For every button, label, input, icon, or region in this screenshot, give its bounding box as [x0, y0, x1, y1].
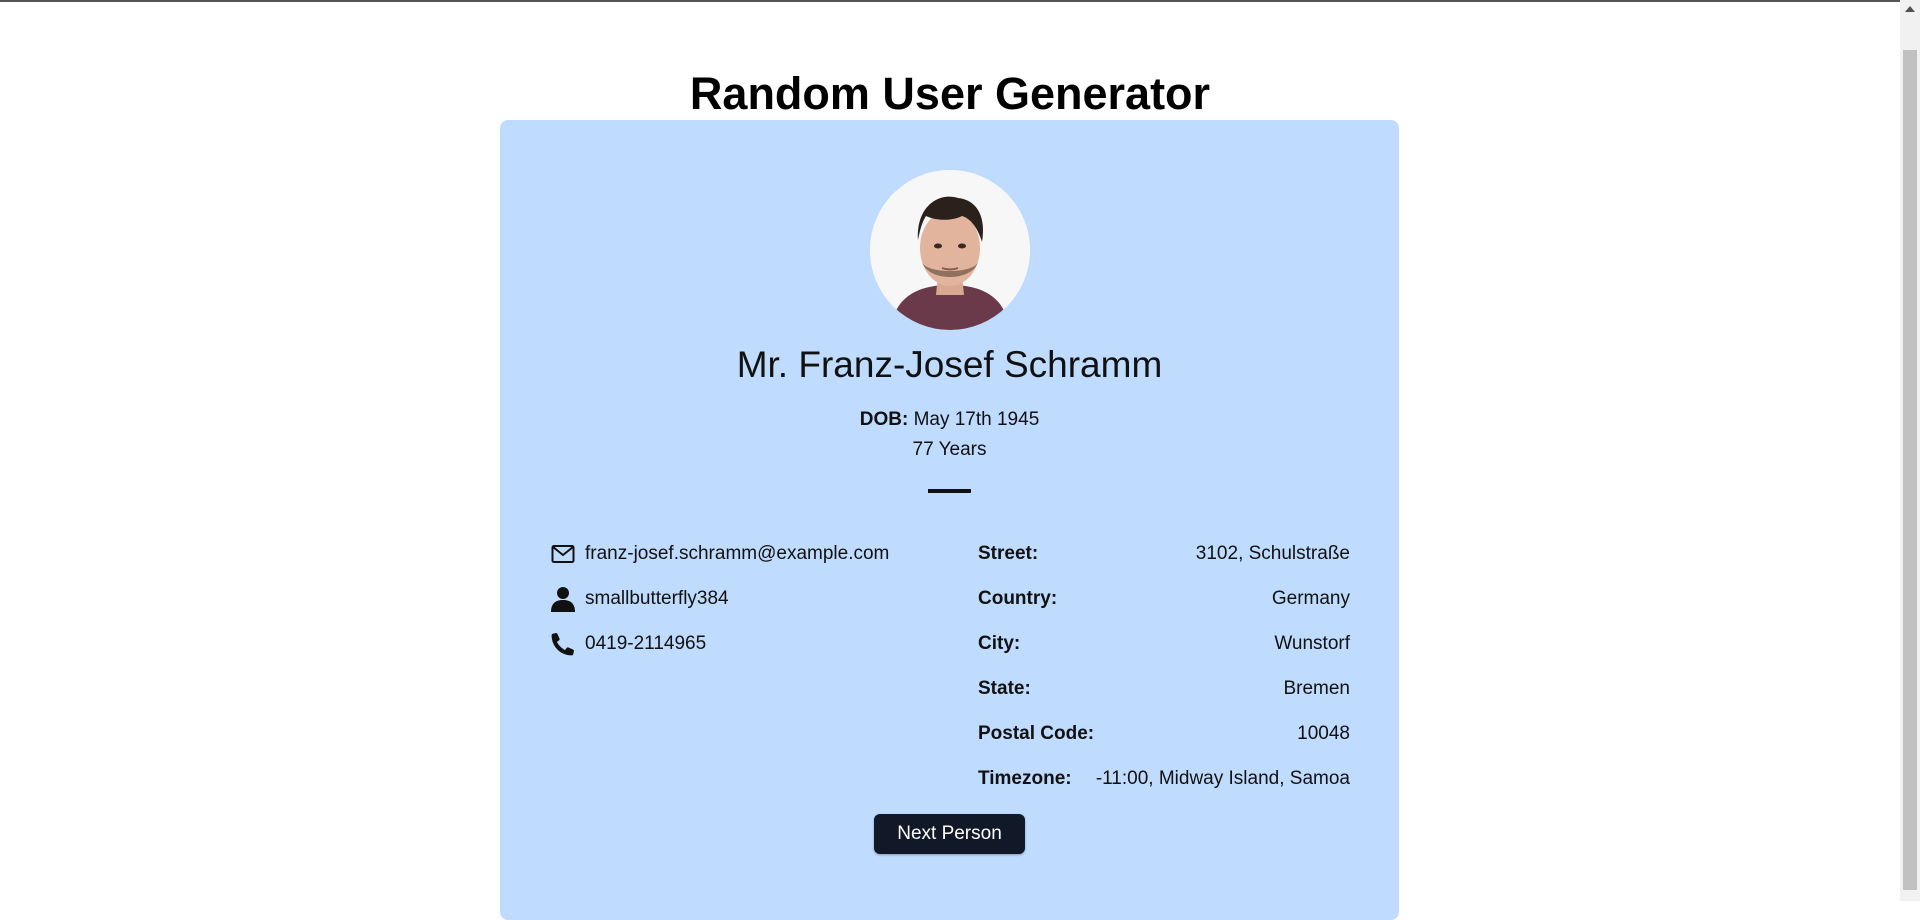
- vertical-scrollbar[interactable]: [1900, 0, 1920, 901]
- scrollbar-thumb[interactable]: [1903, 50, 1917, 890]
- page-title: Random User Generator: [689, 68, 1211, 119]
- dob-label: DOB:: [859, 409, 909, 430]
- email-value: franz-josef.schramm@example.com: [585, 542, 890, 564]
- address-row-timezone: Timezone: -11:00, Midway Island, Samoa: [978, 756, 1350, 801]
- country-value: Germany: [1271, 587, 1350, 609]
- age-value: 77 Years: [912, 439, 987, 460]
- city-label: City:: [978, 632, 1021, 654]
- scroll-up-arrow-icon[interactable]: [1905, 6, 1915, 12]
- street-value: 3102, Schulstraße: [1195, 542, 1350, 564]
- city-value: Wunstorf: [1274, 632, 1350, 654]
- address-row-country: Country: Germany: [978, 576, 1350, 621]
- avatar: [870, 170, 1030, 330]
- dob-value: May 17th 1945: [913, 409, 1040, 430]
- address-row-state: State: Bremen: [978, 666, 1350, 711]
- user-icon: [550, 586, 576, 612]
- state-label: State:: [978, 677, 1031, 699]
- username-row: smallbutterfly384: [550, 576, 930, 621]
- state-value: Bremen: [1283, 677, 1350, 699]
- phone-value: 0419-2114965: [585, 632, 707, 654]
- user-full-name: Mr. Franz-Josef Schramm: [736, 344, 1163, 385]
- email-row: franz-josef.schramm@example.com: [550, 531, 930, 576]
- postal-code-value: 10048: [1297, 722, 1350, 744]
- user-card: Mr. Franz-Josef Schramm DOB: May 17th 19…: [500, 120, 1399, 920]
- address-list: Street: 3102, Schulstraße Country: Germa…: [978, 531, 1350, 801]
- phone-row: 0419-2114965: [550, 621, 930, 666]
- address-row-street: Street: 3102, Schulstraße: [978, 531, 1350, 576]
- timezone-label: Timezone:: [978, 767, 1072, 789]
- dob-line: DOB: May 17th 1945: [500, 409, 1399, 431]
- street-label: Street:: [978, 542, 1039, 564]
- country-label: Country:: [978, 587, 1058, 609]
- page: Random User Generator Mr. Franz-Josef Sc…: [0, 0, 1900, 920]
- next-person-button[interactable]: Next Person: [874, 814, 1025, 854]
- contact-list: franz-josef.schramm@example.com smallbut…: [550, 531, 930, 666]
- address-row-postal-code: Postal Code: 10048: [978, 711, 1350, 756]
- address-row-city: City: Wunstorf: [978, 621, 1350, 666]
- avatar-portrait-image: [870, 170, 1030, 330]
- postal-code-label: Postal Code:: [978, 722, 1095, 744]
- timezone-value: -11:00, Midway Island, Samoa: [1095, 767, 1350, 789]
- username-value: smallbutterfly384: [585, 587, 729, 609]
- divider: [928, 489, 971, 493]
- mail-icon: [550, 541, 576, 567]
- phone-icon: [550, 631, 576, 657]
